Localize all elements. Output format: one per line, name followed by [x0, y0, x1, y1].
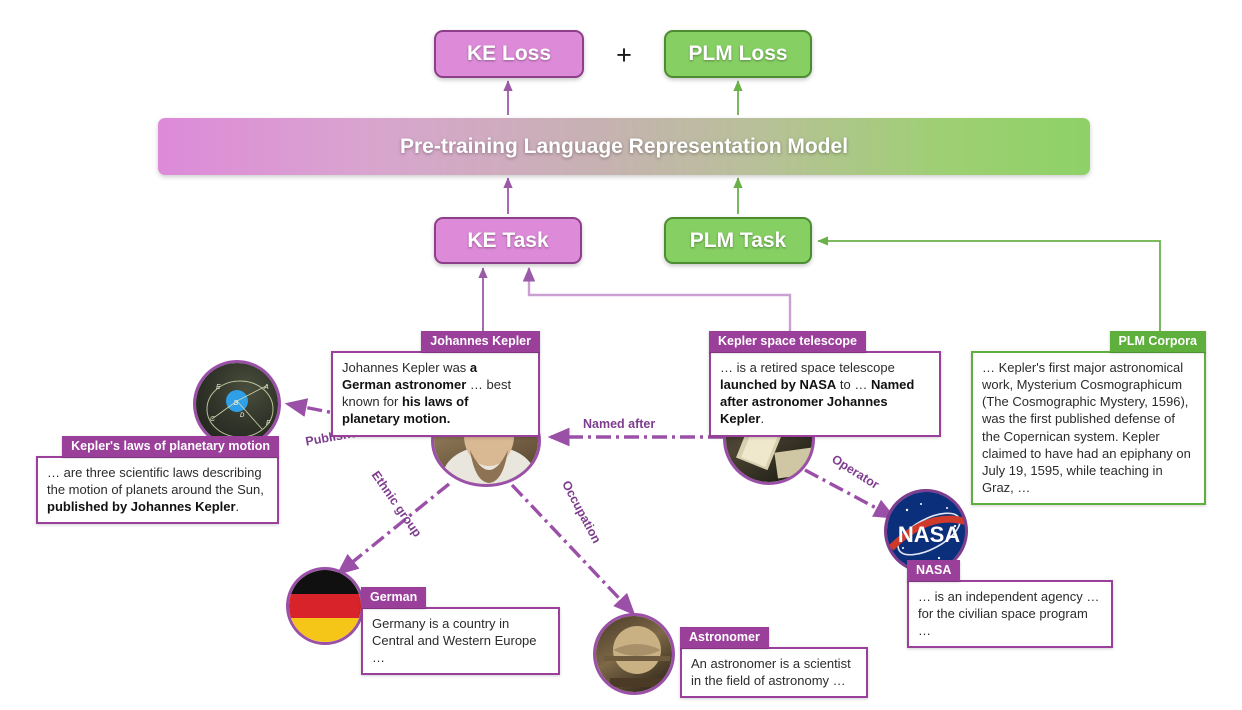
card-tag-johannes-kepler: Johannes Kepler	[421, 331, 540, 352]
relation-label-ethnic-group: Ethnic group	[368, 468, 425, 540]
card-nasa: NASA … is an independent agency … for th…	[907, 560, 1113, 649]
card-body-kepler-space-telescope: … is a retired space telescope launched …	[709, 351, 941, 437]
card-keplers-laws: Kepler's laws of planetary motion … are …	[36, 436, 279, 525]
orbit-diagram-node: B E A C F D	[193, 360, 281, 448]
card-kepler-space-telescope: Kepler space telescope … is a retired sp…	[709, 331, 941, 438]
relation-label-occupation: Occupation	[559, 478, 604, 546]
svg-text:F: F	[266, 420, 271, 427]
card-tag-nasa: NASA	[907, 560, 961, 581]
ke-task-box: KE Task	[434, 217, 582, 264]
card-body-plm-corpora: … Kepler's first major astronomical work…	[971, 351, 1206, 506]
globe-node	[593, 613, 675, 695]
plm-loss-box: PLM Loss	[664, 30, 812, 78]
svg-text:NASA: NASA	[898, 522, 960, 547]
german-flag-node	[286, 567, 364, 645]
card-plm-corpora: PLM Corpora … Kepler's first major astro…	[971, 331, 1206, 506]
card-tag-astronomer: Astronomer	[680, 627, 769, 648]
german-flag-image	[289, 570, 361, 642]
pre-training-model-bar: Pre-training Language Representation Mod…	[158, 118, 1090, 175]
card-body-german: Germany is a country in Central and West…	[361, 607, 560, 676]
ke-loss-box: KE Loss	[434, 30, 584, 78]
card-astronomer: Astronomer An astronomer is a scientist …	[680, 627, 868, 699]
card-body-keplers-laws: … are three scientific laws describing t…	[36, 456, 279, 525]
card-body-astronomer: An astronomer is a scientist in the fiel…	[680, 647, 868, 699]
relation-label-named-after: Named after	[583, 417, 656, 431]
svg-text:E: E	[216, 384, 221, 391]
planetary-orbit-diagram-image: B E A C F D	[196, 363, 278, 445]
plm-task-box: PLM Task	[664, 217, 812, 264]
nasa-logo-image: NASA	[887, 492, 965, 570]
card-tag-german: German	[361, 587, 427, 608]
card-body-johannes-kepler: Johannes Kepler was a German astronomer …	[331, 351, 540, 437]
card-johannes-kepler: Johannes Kepler Johannes Kepler was a Ge…	[331, 331, 540, 438]
card-tag-keplers-laws: Kepler's laws of planetary motion	[62, 436, 279, 457]
svg-text:B: B	[234, 400, 239, 407]
card-body-nasa: … is an independent agency … for the civ…	[907, 580, 1113, 649]
antique-globe-image	[596, 616, 672, 692]
card-german: German Germany is a country in Central a…	[361, 587, 560, 676]
diagram-canvas: KE Loss + PLM Loss Pre-training Language…	[0, 0, 1242, 710]
card-tag-kepler-space-telescope: Kepler space telescope	[709, 331, 866, 352]
svg-text:D: D	[240, 413, 245, 419]
card-tag-plm-corpora: PLM Corpora	[1109, 331, 1206, 352]
relation-label-operator: Operator	[829, 452, 882, 492]
plus-operator: +	[616, 40, 632, 70]
